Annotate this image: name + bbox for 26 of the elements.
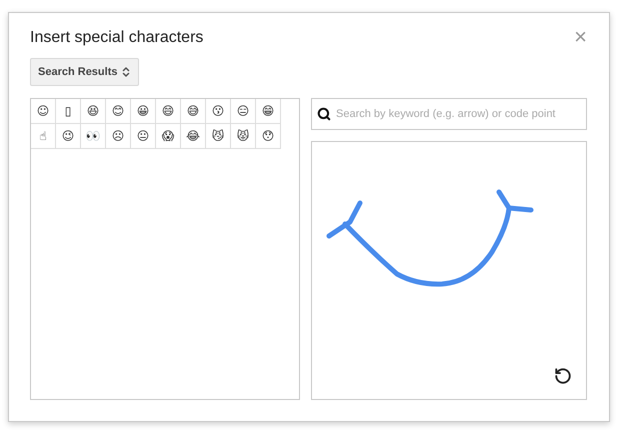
character-cell[interactable]: 😊 xyxy=(106,99,131,124)
character-cell[interactable]: 👀 xyxy=(81,124,106,149)
search-field[interactable]: Search by keyword (e.g. arrow) or code point xyxy=(311,98,587,130)
character-cell[interactable]: 😾 xyxy=(231,124,256,149)
category-dropdown[interactable]: Search Results xyxy=(30,58,140,86)
character-cell[interactable]: 😑 xyxy=(231,99,256,124)
character-cell[interactable]: ☝ xyxy=(31,124,56,149)
reset-button[interactable] xyxy=(554,367,572,385)
character-cell[interactable]: ▯ xyxy=(56,99,81,124)
character-cell[interactable]: 😀 xyxy=(131,99,156,124)
undo-arrow-icon xyxy=(554,367,572,385)
character-cell[interactable]: 😄 xyxy=(156,99,181,124)
character-cell[interactable]: 😁 xyxy=(256,99,281,124)
character-cell[interactable]: 😼 xyxy=(206,124,231,149)
character-cell[interactable]: 😗 xyxy=(206,99,231,124)
character-cell[interactable]: 😆 xyxy=(81,99,106,124)
character-cell[interactable]: 😐 xyxy=(131,124,156,149)
character-cell[interactable]: ☺ xyxy=(31,99,56,124)
character-cell[interactable]: 😯 xyxy=(256,124,281,149)
character-cell[interactable]: 😉 xyxy=(56,124,81,149)
character-cell[interactable]: ☹ xyxy=(106,124,131,149)
character-cell[interactable]: 😂 xyxy=(181,124,206,149)
search-icon xyxy=(317,107,331,121)
character-cell[interactable]: 😅 xyxy=(181,99,206,124)
character-cell[interactable]: 😱 xyxy=(156,124,181,149)
dialog-title: Insert special characters xyxy=(30,29,204,47)
